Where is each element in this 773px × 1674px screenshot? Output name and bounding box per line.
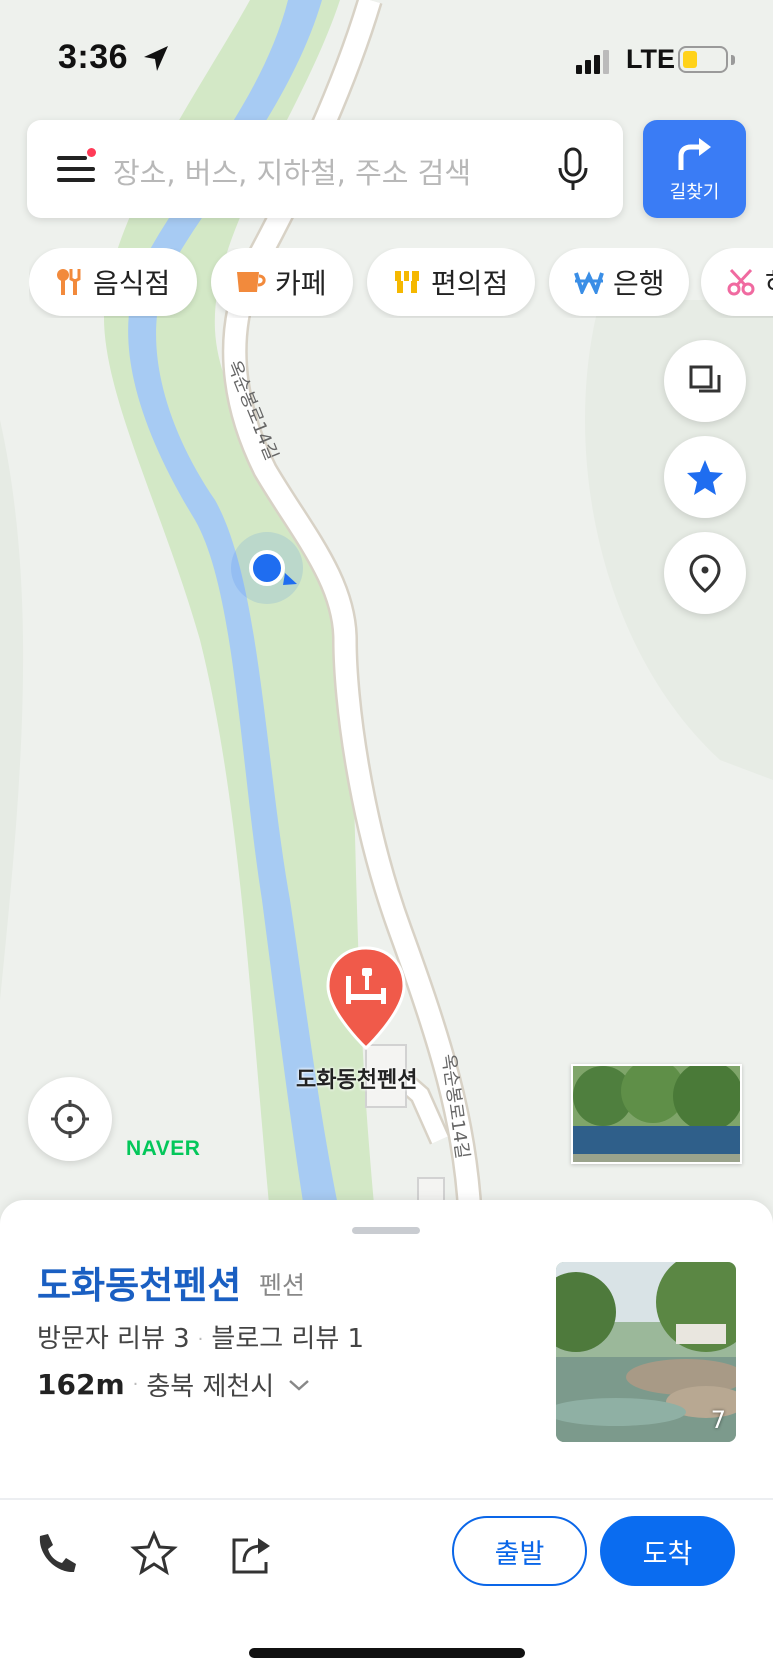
chip-label: 하 bbox=[765, 262, 773, 302]
layers-button[interactable] bbox=[664, 340, 746, 422]
sheet-handle[interactable] bbox=[352, 1227, 420, 1234]
review-summary: 방문자 리뷰 3 · 블로그 리뷰 1 bbox=[37, 1318, 364, 1355]
address: 충북 제천시 bbox=[146, 1372, 275, 1402]
status-bar: 3:36 LTE bbox=[0, 0, 773, 110]
depart-button[interactable]: 출발 bbox=[452, 1516, 587, 1586]
place-label[interactable]: 도화동천펜션 bbox=[296, 1062, 417, 1094]
won-icon bbox=[573, 266, 605, 298]
place-name[interactable]: 도화동천펜션 bbox=[37, 1255, 241, 1309]
microphone-icon[interactable] bbox=[555, 146, 591, 194]
place-category: 펜션 bbox=[259, 1271, 306, 1300]
home-indicator[interactable] bbox=[249, 1648, 525, 1658]
chevron-down-icon[interactable] bbox=[288, 1378, 310, 1392]
place-marker[interactable] bbox=[324, 944, 408, 1054]
visitor-reviews[interactable]: 방문자 리뷰 3 bbox=[37, 1324, 190, 1354]
star-outline-icon[interactable] bbox=[130, 1530, 178, 1578]
place-pin-button[interactable] bbox=[664, 532, 746, 614]
network-type: LTE bbox=[626, 44, 675, 74]
separator-dot: · bbox=[197, 1329, 204, 1350]
pin-icon bbox=[689, 554, 721, 593]
chip-restaurant[interactable]: 음식점 bbox=[29, 248, 197, 316]
chip-convenience-store[interactable]: 편의점 bbox=[367, 248, 535, 316]
layers-icon bbox=[689, 365, 721, 393]
signal-icon bbox=[576, 50, 609, 74]
share-icon[interactable] bbox=[228, 1530, 276, 1578]
search-input[interactable]: 장소, 버스, 지하철, 주소 검색 bbox=[113, 150, 471, 192]
current-location-button[interactable] bbox=[28, 1077, 112, 1161]
directions-label: 길찾기 bbox=[669, 182, 720, 203]
divider bbox=[0, 1498, 773, 1500]
menu-icon[interactable] bbox=[57, 148, 97, 186]
directions-button[interactable]: 길찾기 bbox=[643, 120, 746, 218]
place-meta: 162m · 충북 제천시 bbox=[37, 1366, 310, 1403]
separator-dot: · bbox=[132, 1374, 139, 1395]
notification-dot bbox=[87, 148, 96, 157]
chip-label: 은행 bbox=[613, 267, 665, 300]
phone-icon[interactable] bbox=[32, 1530, 80, 1578]
chip-label: 음식점 bbox=[93, 267, 171, 300]
chip-bank[interactable]: 은행 bbox=[549, 248, 689, 316]
star-icon bbox=[687, 460, 723, 495]
chip-cafe[interactable]: 카페 bbox=[211, 248, 353, 316]
naver-logo: NAVER bbox=[126, 1137, 201, 1160]
distance: 162m bbox=[37, 1368, 125, 1401]
coffee-cup-icon bbox=[235, 266, 267, 298]
place-photo[interactable]: 7 bbox=[556, 1262, 736, 1442]
chip-label: 편의점 bbox=[431, 267, 509, 300]
fork-knife-icon bbox=[53, 266, 85, 298]
status-time: 3:36 bbox=[58, 38, 129, 76]
location-arrow-icon bbox=[144, 46, 168, 71]
scissors-icon bbox=[725, 266, 757, 298]
arrive-button[interactable]: 도착 bbox=[600, 1516, 735, 1586]
battery-icon bbox=[678, 46, 728, 73]
crosshair-icon bbox=[51, 1100, 89, 1138]
photo-count: 7 bbox=[710, 1406, 726, 1434]
blog-reviews[interactable]: 블로그 리뷰 1 bbox=[211, 1324, 364, 1354]
place-bottom-sheet[interactable]: 도화동천펜션 펜션 방문자 리뷰 3 · 블로그 리뷰 1 162m · 충북 제천… bbox=[0, 1200, 773, 1674]
favorites-button[interactable] bbox=[664, 436, 746, 518]
store-icon bbox=[391, 266, 423, 298]
battery-cap bbox=[731, 55, 735, 65]
turn-arrow-icon bbox=[678, 138, 711, 170]
search-bar[interactable]: 장소, 버스, 지하철, 주소 검색 bbox=[27, 120, 623, 218]
street-view-thumbnail[interactable] bbox=[571, 1064, 742, 1164]
category-chips: 음식점 카페 편의점 은행 하 bbox=[29, 248, 773, 318]
chip-beauty[interactable]: 하 bbox=[701, 248, 773, 316]
chip-label: 카페 bbox=[275, 267, 327, 300]
